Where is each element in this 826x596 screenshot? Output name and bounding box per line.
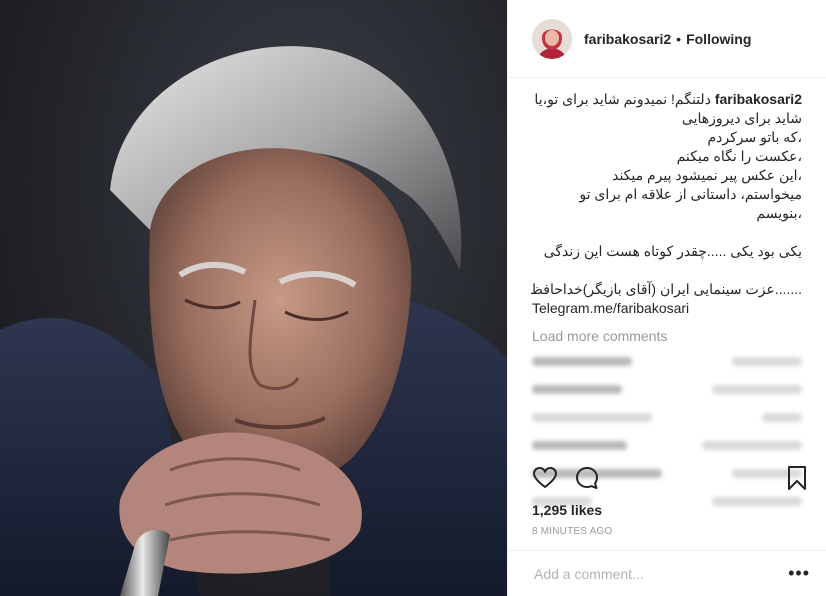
caption-username[interactable]: faribakosari2: [715, 91, 802, 107]
load-more-comments-button[interactable]: Load more comments: [532, 328, 802, 344]
caption-line: شاید برای دیروزهایی: [681, 110, 802, 126]
caption-line: یکی بود یکی .....چقدر کوتاه هست این زندگ…: [543, 243, 802, 259]
add-comment-bar: •••: [508, 550, 826, 596]
following-button[interactable]: Following: [686, 31, 751, 47]
blurred-comment: [532, 378, 802, 400]
caption-line: ،بنویسم: [756, 205, 802, 221]
post-caption: faribakosari2 دلتنگم! نمیدونم شاید برای …: [529, 90, 802, 318]
heart-icon[interactable]: [532, 465, 558, 491]
caption-line: میخواستم، داستانی از علاقه ام برای تو: [579, 186, 802, 202]
caption-gap: [532, 261, 802, 280]
post-sidebar: faribakosari2 • Following faribakosari2 …: [507, 0, 826, 596]
add-comment-input[interactable]: [532, 564, 789, 583]
caption-line: ،عکست را نگاه میکنم: [676, 148, 802, 164]
caption-first-line: faribakosari2 دلتنگم! نمیدونم شاید برای …: [532, 90, 802, 109]
blurred-comment: [532, 434, 802, 456]
post-photo-portrait: [0, 46, 507, 596]
more-options-icon[interactable]: •••: [788, 563, 810, 584]
blurred-comment: [532, 406, 802, 428]
caption-link[interactable]: Telegram.me/faribakosari: [532, 299, 802, 318]
likes-count[interactable]: 1,295 likes: [532, 502, 602, 518]
header-username[interactable]: faribakosari2: [584, 31, 671, 47]
post-photo[interactable]: [0, 0, 507, 596]
avatar[interactable]: [532, 18, 572, 59]
caption-line: .......عزت سینمایی ایران (آقای بازیگر)خد…: [529, 281, 802, 297]
comments-area: faribakosari2 دلتنگم! نمیدونم شاید برای …: [508, 78, 826, 596]
comment-icon[interactable]: [574, 465, 600, 491]
bookmark-icon[interactable]: [784, 465, 810, 491]
caption-line: ،این عکس پیر نمیشود پیرم میکند: [612, 167, 802, 183]
post-header: faribakosari2 • Following: [508, 0, 826, 78]
caption-gap: [532, 223, 802, 242]
caption-first-text: دلتنگم! نمیدونم شاید برای تو،یا: [534, 91, 711, 107]
post-timestamp[interactable]: 8 MINUTES AGO: [532, 526, 612, 537]
header-separator: •: [676, 30, 682, 47]
avatar-image: [532, 18, 572, 59]
caption-line: ،که باتو سرکردم: [707, 129, 802, 145]
blurred-comment: [532, 350, 802, 372]
instagram-post: faribakosari2 • Following faribakosari2 …: [0, 0, 826, 596]
post-actions: [532, 462, 810, 494]
